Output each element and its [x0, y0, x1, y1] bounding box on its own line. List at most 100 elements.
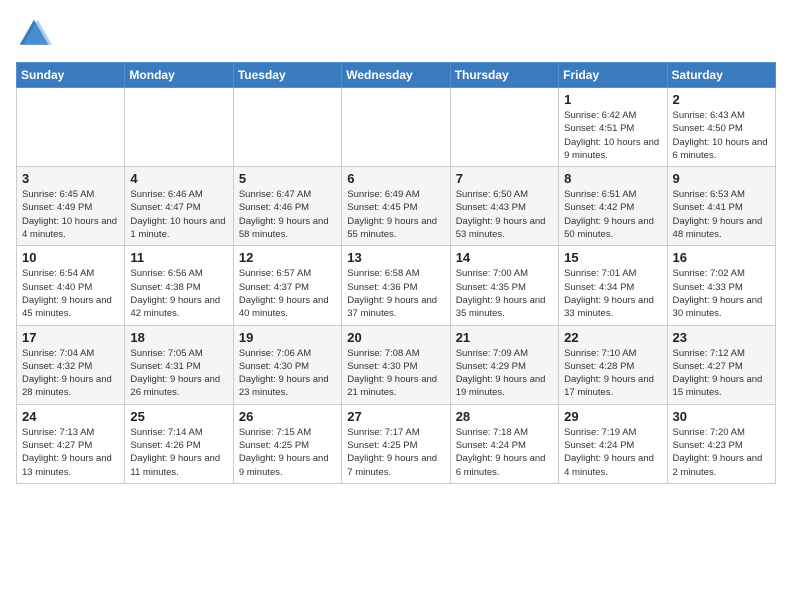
day-info: Sunrise: 6:45 AM Sunset: 4:49 PM Dayligh… — [22, 188, 119, 241]
day-number: 10 — [22, 250, 119, 265]
day-info: Sunrise: 7:02 AM Sunset: 4:33 PM Dayligh… — [673, 267, 770, 320]
day-number: 24 — [22, 409, 119, 424]
day-number: 8 — [564, 171, 661, 186]
day-info: Sunrise: 7:13 AM Sunset: 4:27 PM Dayligh… — [22, 426, 119, 479]
day-info: Sunrise: 6:50 AM Sunset: 4:43 PM Dayligh… — [456, 188, 553, 241]
day-info: Sunrise: 6:49 AM Sunset: 4:45 PM Dayligh… — [347, 188, 444, 241]
calendar-cell: 27 Sunrise: 7:17 AM Sunset: 4:25 PM Dayli… — [342, 404, 450, 483]
calendar-cell: 1 Sunrise: 6:42 AM Sunset: 4:51 PM Daylig… — [559, 88, 667, 167]
day-number: 13 — [347, 250, 444, 265]
day-info: Sunrise: 7:18 AM Sunset: 4:24 PM Dayligh… — [456, 426, 553, 479]
day-number: 11 — [130, 250, 227, 265]
day-number: 26 — [239, 409, 336, 424]
weekday-header: Thursday — [450, 63, 558, 88]
day-info: Sunrise: 7:01 AM Sunset: 4:34 PM Dayligh… — [564, 267, 661, 320]
day-number: 19 — [239, 330, 336, 345]
day-number: 22 — [564, 330, 661, 345]
calendar-cell — [125, 88, 233, 167]
day-info: Sunrise: 7:20 AM Sunset: 4:23 PM Dayligh… — [673, 426, 770, 479]
day-info: Sunrise: 7:14 AM Sunset: 4:26 PM Dayligh… — [130, 426, 227, 479]
calendar-cell — [17, 88, 125, 167]
day-info: Sunrise: 6:51 AM Sunset: 4:42 PM Dayligh… — [564, 188, 661, 241]
day-info: Sunrise: 6:42 AM Sunset: 4:51 PM Dayligh… — [564, 109, 661, 162]
day-info: Sunrise: 6:46 AM Sunset: 4:47 PM Dayligh… — [130, 188, 227, 241]
weekday-header: Friday — [559, 63, 667, 88]
calendar-cell: 29 Sunrise: 7:19 AM Sunset: 4:24 PM Dayli… — [559, 404, 667, 483]
day-info: Sunrise: 7:15 AM Sunset: 4:25 PM Dayligh… — [239, 426, 336, 479]
logo-icon — [16, 16, 52, 52]
day-info: Sunrise: 7:12 AM Sunset: 4:27 PM Dayligh… — [673, 347, 770, 400]
calendar-cell: 24 Sunrise: 7:13 AM Sunset: 4:27 PM Dayli… — [17, 404, 125, 483]
day-info: Sunrise: 7:17 AM Sunset: 4:25 PM Dayligh… — [347, 426, 444, 479]
calendar-cell: 3 Sunrise: 6:45 AM Sunset: 4:49 PM Daylig… — [17, 167, 125, 246]
day-info: Sunrise: 7:19 AM Sunset: 4:24 PM Dayligh… — [564, 426, 661, 479]
calendar-week-row: 1 Sunrise: 6:42 AM Sunset: 4:51 PM Daylig… — [17, 88, 776, 167]
day-info: Sunrise: 7:06 AM Sunset: 4:30 PM Dayligh… — [239, 347, 336, 400]
day-number: 15 — [564, 250, 661, 265]
calendar-cell: 25 Sunrise: 7:14 AM Sunset: 4:26 PM Dayli… — [125, 404, 233, 483]
calendar-cell: 9Sunrise: 6:53 AM Sunset: 4:41 PM Daylig… — [667, 167, 775, 246]
calendar-cell: 2 Sunrise: 6:43 AM Sunset: 4:50 PM Daylig… — [667, 88, 775, 167]
weekday-header: Wednesday — [342, 63, 450, 88]
day-number: 27 — [347, 409, 444, 424]
calendar-cell: 4Sunrise: 6:46 AM Sunset: 4:47 PM Daylig… — [125, 167, 233, 246]
day-number: 21 — [456, 330, 553, 345]
day-info: Sunrise: 6:56 AM Sunset: 4:38 PM Dayligh… — [130, 267, 227, 320]
day-number: 3 — [22, 171, 119, 186]
calendar-week-row: 3 Sunrise: 6:45 AM Sunset: 4:49 PM Daylig… — [17, 167, 776, 246]
day-number: 9 — [673, 171, 770, 186]
day-info: Sunrise: 7:10 AM Sunset: 4:28 PM Dayligh… — [564, 347, 661, 400]
day-number: 23 — [673, 330, 770, 345]
day-number: 25 — [130, 409, 227, 424]
calendar-cell: 26 Sunrise: 7:15 AM Sunset: 4:25 PM Dayli… — [233, 404, 341, 483]
calendar-cell: 15 Sunrise: 7:01 AM Sunset: 4:34 PM Dayli… — [559, 246, 667, 325]
calendar-cell: 22 Sunrise: 7:10 AM Sunset: 4:28 PM Dayli… — [559, 325, 667, 404]
day-number: 7 — [456, 171, 553, 186]
weekday-header: Tuesday — [233, 63, 341, 88]
calendar-week-row: 10 Sunrise: 6:54 AM Sunset: 4:40 PM Dayli… — [17, 246, 776, 325]
day-number: 20 — [347, 330, 444, 345]
logo — [16, 16, 56, 52]
calendar-week-row: 17 Sunrise: 7:04 AM Sunset: 4:32 PM Dayli… — [17, 325, 776, 404]
header — [16, 16, 776, 52]
calendar-cell — [233, 88, 341, 167]
day-info: Sunrise: 6:57 AM Sunset: 4:37 PM Dayligh… — [239, 267, 336, 320]
day-number: 12 — [239, 250, 336, 265]
calendar-week-row: 24 Sunrise: 7:13 AM Sunset: 4:27 PM Dayli… — [17, 404, 776, 483]
calendar-cell: 19 Sunrise: 7:06 AM Sunset: 4:30 PM Dayli… — [233, 325, 341, 404]
calendar-cell: 10 Sunrise: 6:54 AM Sunset: 4:40 PM Dayli… — [17, 246, 125, 325]
weekday-header: Saturday — [667, 63, 775, 88]
calendar-cell: 23 Sunrise: 7:12 AM Sunset: 4:27 PM Dayli… — [667, 325, 775, 404]
day-info: Sunrise: 6:54 AM Sunset: 4:40 PM Dayligh… — [22, 267, 119, 320]
calendar-cell: 20 Sunrise: 7:08 AM Sunset: 4:30 PM Dayli… — [342, 325, 450, 404]
calendar-table: SundayMondayTuesdayWednesdayThursdayFrid… — [16, 62, 776, 484]
calendar-cell: 21 Sunrise: 7:09 AM Sunset: 4:29 PM Dayli… — [450, 325, 558, 404]
weekday-header: Monday — [125, 63, 233, 88]
day-number: 1 — [564, 92, 661, 107]
calendar-cell: 11 Sunrise: 6:56 AM Sunset: 4:38 PM Dayli… — [125, 246, 233, 325]
calendar-cell: 18 Sunrise: 7:05 AM Sunset: 4:31 PM Dayli… — [125, 325, 233, 404]
day-info: Sunrise: 7:09 AM Sunset: 4:29 PM Dayligh… — [456, 347, 553, 400]
calendar-cell: 5 Sunrise: 6:47 AM Sunset: 4:46 PM Daylig… — [233, 167, 341, 246]
day-number: 17 — [22, 330, 119, 345]
day-info: Sunrise: 7:04 AM Sunset: 4:32 PM Dayligh… — [22, 347, 119, 400]
day-number: 18 — [130, 330, 227, 345]
calendar-cell: 13 Sunrise: 6:58 AM Sunset: 4:36 PM Dayli… — [342, 246, 450, 325]
day-info: Sunrise: 7:08 AM Sunset: 4:30 PM Dayligh… — [347, 347, 444, 400]
calendar-cell: 17 Sunrise: 7:04 AM Sunset: 4:32 PM Dayli… — [17, 325, 125, 404]
day-info: Sunrise: 6:43 AM Sunset: 4:50 PM Dayligh… — [673, 109, 770, 162]
day-number: 2 — [673, 92, 770, 107]
day-number: 5 — [239, 171, 336, 186]
calendar-cell: 14 Sunrise: 7:00 AM Sunset: 4:35 PM Dayli… — [450, 246, 558, 325]
day-info: Sunrise: 6:47 AM Sunset: 4:46 PM Dayligh… — [239, 188, 336, 241]
day-number: 30 — [673, 409, 770, 424]
day-number: 29 — [564, 409, 661, 424]
day-info: Sunrise: 7:05 AM Sunset: 4:31 PM Dayligh… — [130, 347, 227, 400]
day-number: 28 — [456, 409, 553, 424]
calendar-header-row: SundayMondayTuesdayWednesdayThursdayFrid… — [17, 63, 776, 88]
calendar-cell: 16Sunrise: 7:02 AM Sunset: 4:33 PM Dayli… — [667, 246, 775, 325]
day-info: Sunrise: 7:00 AM Sunset: 4:35 PM Dayligh… — [456, 267, 553, 320]
calendar-cell — [342, 88, 450, 167]
day-number: 14 — [456, 250, 553, 265]
day-info: Sunrise: 6:58 AM Sunset: 4:36 PM Dayligh… — [347, 267, 444, 320]
